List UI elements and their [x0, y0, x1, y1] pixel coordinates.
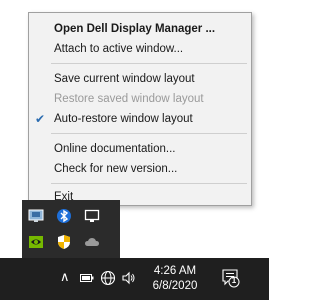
context-menu: Open Dell Display Manager ... Attach to …: [28, 12, 252, 206]
display-manager-tray-icon[interactable]: [28, 208, 44, 224]
bluetooth-icon[interactable]: [56, 208, 72, 224]
monitor-icon[interactable]: [84, 208, 100, 224]
menu-separator: [51, 133, 247, 134]
menu-item-online-docs[interactable]: Online documentation...: [29, 139, 251, 159]
network-globe-icon[interactable]: [100, 270, 116, 286]
menu-item-label: Auto-restore window layout: [54, 113, 193, 125]
menu-item-attach-window[interactable]: Attach to active window...: [29, 39, 251, 59]
menu-item-label: Restore saved window layout: [54, 93, 204, 105]
menu-item-label: Check for new version...: [54, 163, 178, 175]
action-center-button[interactable]: 1: [222, 268, 240, 288]
menu-item-label: Online documentation...: [54, 143, 176, 155]
menu-item-check-version[interactable]: Check for new version...: [29, 159, 251, 179]
menu-item-save-layout[interactable]: Save current window layout: [29, 69, 251, 89]
menu-item-label: Open Dell Display Manager ...: [54, 23, 216, 35]
clock-date: 6/8/2020: [152, 280, 198, 292]
menu-separator: [51, 183, 247, 184]
menu-item-auto-restore[interactable]: ✔ Auto-restore window layout: [29, 109, 251, 129]
clock-time: 4:26 AM: [153, 265, 197, 277]
battery-icon[interactable]: [80, 272, 94, 284]
volume-icon[interactable]: [121, 270, 137, 286]
taskbar-clock[interactable]: 4:26 AM 6/8/2020: [142, 264, 208, 294]
menu-item-label: Attach to active window...: [54, 43, 184, 55]
chevron-up-icon[interactable]: ∧: [60, 269, 70, 285]
notification-count-badge: 1: [231, 276, 237, 285]
onedrive-cloud-icon[interactable]: [84, 234, 100, 250]
tray-overflow-panel: [22, 200, 120, 258]
checkmark-icon: ✔: [35, 112, 46, 126]
menu-separator: [51, 63, 247, 64]
taskbar: ∧ 4:26 AM 6/8/2020 1: [0, 258, 269, 300]
menu-item-label: Save current window layout: [54, 73, 195, 85]
menu-item-open-ddm[interactable]: Open Dell Display Manager ...: [29, 19, 251, 39]
menu-item-restore-layout: Restore saved window layout: [29, 89, 251, 109]
security-shield-icon[interactable]: [56, 234, 72, 250]
nvidia-icon[interactable]: [28, 234, 44, 250]
